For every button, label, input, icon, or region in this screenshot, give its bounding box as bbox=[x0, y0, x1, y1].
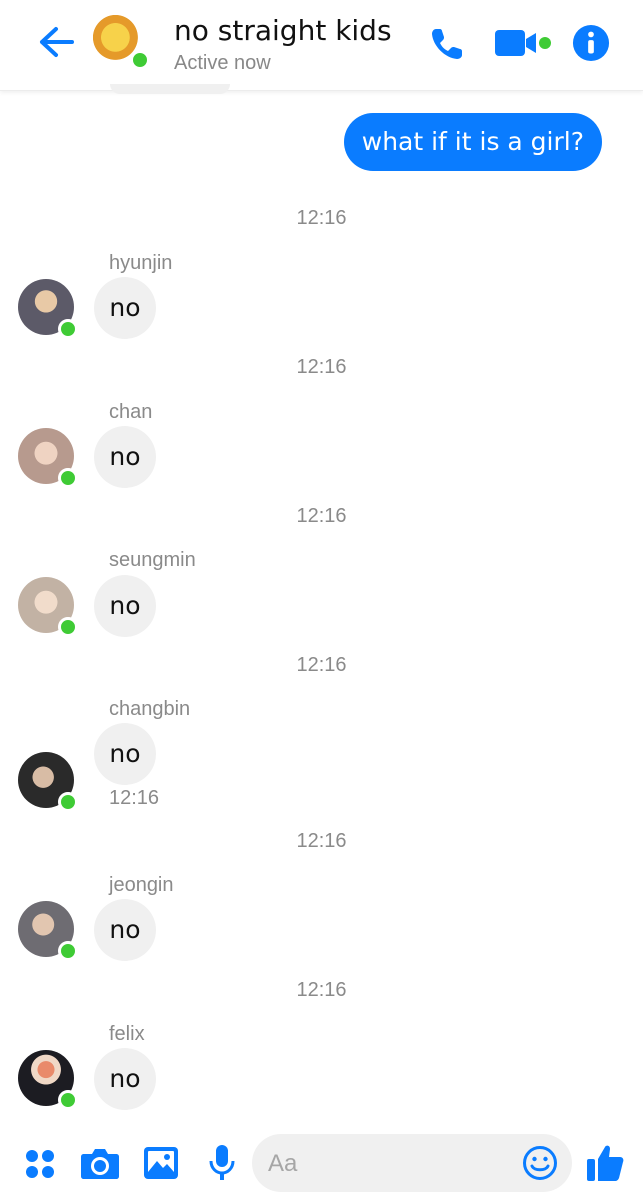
outgoing-message-bubble[interactable]: what if it is a girl? bbox=[343, 113, 602, 171]
online-indicator bbox=[58, 941, 78, 961]
sender-name: seungmin bbox=[109, 549, 196, 571]
previous-message-bubble bbox=[110, 84, 230, 94]
avatar[interactable] bbox=[18, 752, 78, 812]
conversation-title[interactable]: no straight kids bbox=[174, 14, 392, 47]
emoji-icon[interactable] bbox=[522, 1145, 558, 1181]
message-timestamp: 12:16 bbox=[296, 356, 347, 378]
sender-name: chan bbox=[109, 401, 153, 423]
online-indicator bbox=[130, 50, 150, 70]
group-avatar[interactable] bbox=[92, 14, 150, 70]
online-indicator bbox=[58, 319, 78, 339]
avatar[interactable] bbox=[18, 1050, 78, 1110]
message-timestamp: 12:16 bbox=[296, 654, 347, 676]
message-input[interactable]: Aa bbox=[252, 1134, 572, 1192]
online-indicator bbox=[58, 792, 78, 812]
message-sent-time: 12:16 bbox=[109, 787, 160, 809]
sender-name: jeongin bbox=[109, 874, 174, 896]
chat-header: no straight kids Active now bbox=[0, 0, 643, 91]
incoming-message-bubble[interactable]: no bbox=[94, 1048, 156, 1110]
avatar[interactable] bbox=[18, 279, 78, 339]
phone-call-icon[interactable] bbox=[427, 24, 467, 64]
incoming-message-bubble[interactable]: no bbox=[94, 899, 156, 961]
avatar[interactable] bbox=[18, 428, 78, 488]
sender-name: felix bbox=[109, 1023, 145, 1045]
message-timestamp: 12:16 bbox=[296, 979, 347, 1001]
incoming-message-bubble[interactable]: no bbox=[94, 277, 156, 339]
video-call-icon[interactable] bbox=[494, 28, 554, 58]
incoming-message-bubble[interactable]: no bbox=[94, 426, 156, 488]
camera-icon[interactable] bbox=[80, 1146, 120, 1180]
info-icon[interactable] bbox=[572, 24, 610, 62]
sender-name: hyunjin bbox=[109, 252, 173, 274]
thumbs-up-icon[interactable] bbox=[585, 1143, 625, 1183]
avatar[interactable] bbox=[18, 901, 78, 961]
online-indicator bbox=[58, 468, 78, 488]
message-timestamp: 12:16 bbox=[296, 505, 347, 527]
online-indicator bbox=[58, 1090, 78, 1110]
online-indicator bbox=[58, 617, 78, 637]
microphone-icon[interactable] bbox=[208, 1144, 236, 1182]
avatar[interactable] bbox=[18, 577, 78, 637]
gallery-icon[interactable] bbox=[143, 1146, 179, 1180]
message-timestamp: 12:16 bbox=[296, 207, 347, 229]
incoming-message-bubble[interactable]: no bbox=[94, 723, 156, 785]
sender-name: changbin bbox=[109, 698, 191, 720]
back-arrow-icon[interactable] bbox=[36, 24, 76, 60]
apps-icon[interactable] bbox=[24, 1148, 56, 1180]
message-input-placeholder: Aa bbox=[268, 1150, 298, 1177]
active-status: Active now bbox=[174, 52, 271, 74]
incoming-message-bubble[interactable]: no bbox=[94, 575, 156, 637]
message-timestamp: 12:16 bbox=[296, 830, 347, 852]
